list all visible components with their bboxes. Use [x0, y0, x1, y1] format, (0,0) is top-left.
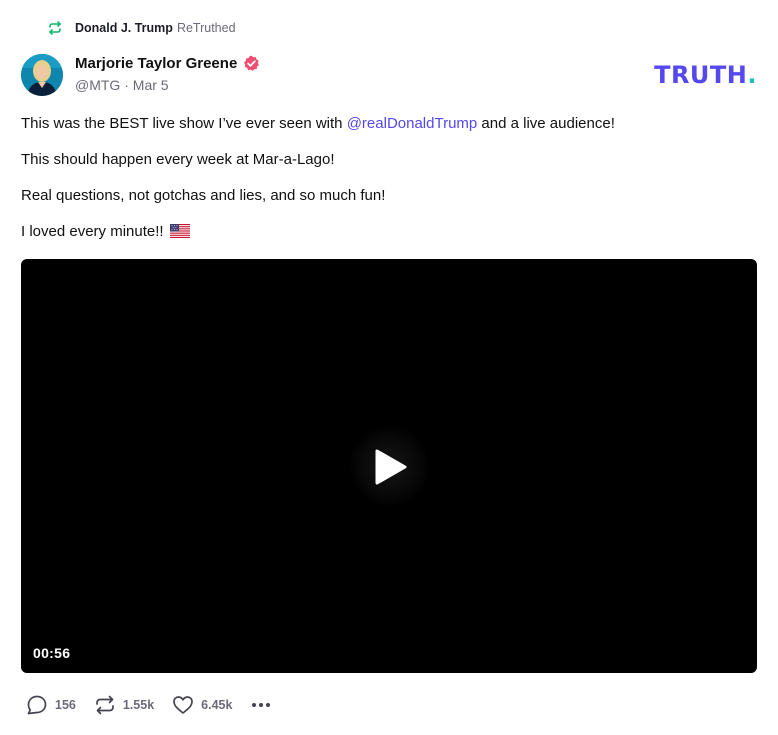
reply-icon [27, 695, 47, 715]
retruth-button[interactable]: 1.55k [94, 694, 154, 716]
author-meta: @MTG · Mar 5 [75, 77, 260, 93]
retruth-icon [96, 695, 114, 715]
author-name[interactable]: Marjorie Taylor Greene [75, 55, 237, 72]
author-handle[interactable]: @MTG [75, 77, 120, 93]
reply-button[interactable]: 156 [26, 694, 76, 716]
play-icon [375, 449, 407, 485]
meta-separator: · [124, 77, 129, 93]
video-duration: 00:56 [33, 645, 71, 661]
more-icon [252, 703, 271, 707]
verified-badge-icon [243, 55, 260, 72]
truth-logo-text: TRUTH [654, 61, 748, 89]
post-text: This was the BEST live show I’ve ever se… [21, 114, 757, 258]
post-text-segment: I loved every minute!! [21, 223, 168, 240]
post-author: Marjorie Taylor Greene @MTG · Mar 5 [21, 54, 260, 96]
mention-link[interactable]: @realDonaldTrump [347, 115, 478, 132]
post-text-segment: and a live audience! [477, 115, 615, 132]
post-paragraph: I loved every minute!! [21, 222, 757, 242]
more-options-button[interactable] [250, 694, 272, 716]
like-button[interactable]: 6.45k [172, 694, 232, 716]
post-date[interactable]: Mar 5 [133, 77, 169, 93]
play-button[interactable] [349, 426, 429, 506]
heart-icon [173, 696, 193, 714]
post-text-segment: This was the BEST live show I’ve ever se… [21, 115, 347, 132]
retruth-user-name[interactable]: Donald J. Trump [75, 21, 173, 35]
us-flag-icon [169, 224, 190, 238]
avatar[interactable] [21, 54, 63, 96]
post-paragraph: This should happen every week at Mar-a-L… [21, 151, 335, 168]
post-paragraph: This was the BEST live show I’ve ever se… [21, 114, 757, 134]
retruth-header[interactable]: Donald J. Trump ReTruthed [47, 19, 236, 37]
retruth-icon [47, 20, 63, 36]
reply-count: 156 [55, 698, 76, 712]
like-count: 6.45k [201, 698, 233, 712]
video-player[interactable]: 00:56 [21, 259, 757, 673]
retruth-label: ReTruthed [176, 21, 236, 35]
retruth-count: 1.55k [122, 698, 155, 712]
post-paragraph: Real questions, not gotchas and lies, an… [21, 187, 386, 204]
truth-logo[interactable]: TRUTH. [654, 61, 757, 89]
truth-logo-dot: . [747, 61, 757, 89]
post-actions: 156 1.55k 6.45k [26, 694, 272, 716]
